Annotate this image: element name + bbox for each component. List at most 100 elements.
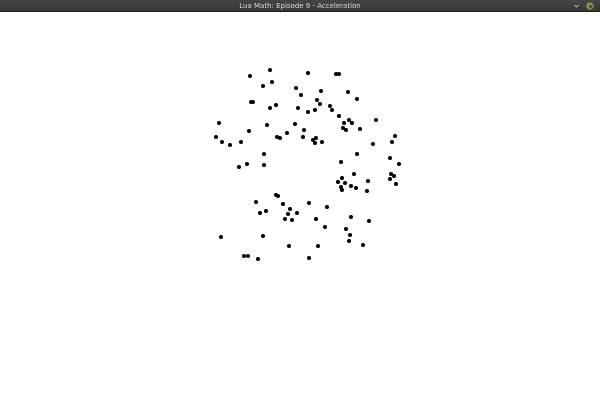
particle-dot [316, 244, 320, 248]
particle-dot [343, 181, 347, 185]
particle-dot [295, 211, 299, 215]
particle-dot [337, 72, 341, 76]
particle-dot [262, 152, 266, 156]
particle-dot [374, 118, 378, 122]
particle-dot [287, 244, 291, 248]
app-window: Lua Math: Episode 9 - Acceleration [0, 0, 600, 410]
window-title: Lua Math: Episode 9 - Acceleration [239, 2, 361, 10]
particle-field [214, 68, 401, 261]
particle-dot [393, 134, 397, 138]
particle-dot [347, 239, 351, 243]
particle-dot [349, 184, 353, 188]
particle-dot [275, 135, 279, 139]
particle-dot [261, 84, 265, 88]
particle-dot [246, 254, 250, 258]
particle-dot [281, 202, 285, 206]
particle-dot [397, 162, 401, 166]
particle-dot [306, 71, 310, 75]
particle-dot [346, 90, 350, 94]
particle-dot [307, 256, 311, 260]
particle-dot [347, 118, 351, 122]
particle-dot [301, 135, 305, 139]
particle-dot [219, 235, 223, 239]
particle-dot [366, 179, 370, 183]
particle-dot [228, 143, 232, 147]
particle-dot [388, 156, 392, 160]
particle-dot [258, 211, 262, 215]
close-icon [588, 4, 593, 9]
particle-dot [325, 205, 329, 209]
particle-dot [306, 110, 310, 114]
particle-dot [268, 106, 272, 110]
particle-dot [288, 207, 292, 211]
particle-dot [328, 104, 332, 108]
particle-dot [264, 209, 268, 213]
close-button[interactable] [586, 2, 594, 10]
particle-dot [314, 217, 318, 221]
particle-dot [307, 201, 311, 205]
particle-dot [320, 140, 324, 144]
particle-dot [392, 174, 396, 178]
particle-dot [290, 218, 294, 222]
particle-dot [339, 160, 343, 164]
particle-dot [296, 106, 300, 110]
particle-dot [283, 217, 287, 221]
particle-dot [270, 80, 274, 84]
particle-dot [245, 162, 249, 166]
particle-dot [354, 186, 358, 190]
particle-dot [318, 102, 322, 106]
particle-dot [340, 188, 344, 192]
particle-dot [319, 89, 323, 93]
particle-dot [239, 140, 243, 144]
particle-dot [314, 136, 318, 140]
particle-dot [313, 108, 317, 112]
particle-dot [350, 121, 354, 125]
particle-dot [361, 243, 365, 247]
particle-dot [254, 200, 258, 204]
particle-dot [390, 140, 394, 144]
particle-dot [330, 108, 334, 112]
particle-dot [342, 121, 346, 125]
particle-dot [371, 142, 375, 146]
particle-dot [394, 182, 398, 186]
particle-dot [274, 103, 278, 107]
animation-canvas [0, 12, 600, 410]
particle-dot [268, 68, 272, 72]
particle-dot [299, 93, 303, 97]
particle-dot [294, 86, 298, 90]
particle-dot [367, 219, 371, 223]
particle-dot [336, 180, 340, 184]
particle-dot [262, 163, 266, 167]
particle-dot [237, 165, 241, 169]
particle-dot [261, 234, 265, 238]
particle-dot [337, 114, 341, 118]
particle-dot [348, 233, 352, 237]
particle-dot [313, 141, 317, 145]
minimize-icon[interactable] [574, 4, 579, 8]
particle-dot [388, 177, 392, 181]
particle-dot [293, 122, 297, 126]
particle-dot [355, 152, 359, 156]
particle-dot [341, 126, 345, 130]
particle-dot [248, 74, 252, 78]
particle-dot [285, 131, 289, 135]
particle-dot [217, 121, 221, 125]
particle-dot [358, 127, 362, 131]
particle-dot [249, 100, 253, 104]
particle-dot [365, 189, 369, 193]
particle-dot [247, 129, 251, 133]
particle-dot [355, 97, 359, 101]
particle-dot [220, 140, 224, 144]
particle-dot [286, 212, 290, 216]
title-bar[interactable]: Lua Math: Episode 9 - Acceleration [0, 0, 600, 12]
particle-dot [352, 172, 356, 176]
particle-dot [214, 135, 218, 139]
particle-dot [344, 227, 348, 231]
particle-dot [340, 176, 344, 180]
particle-dot [323, 225, 327, 229]
particle-dot [349, 215, 353, 219]
particle-dot [265, 123, 269, 127]
particle-dot [315, 98, 319, 102]
particle-dot [276, 194, 280, 198]
particle-dot [302, 128, 306, 132]
